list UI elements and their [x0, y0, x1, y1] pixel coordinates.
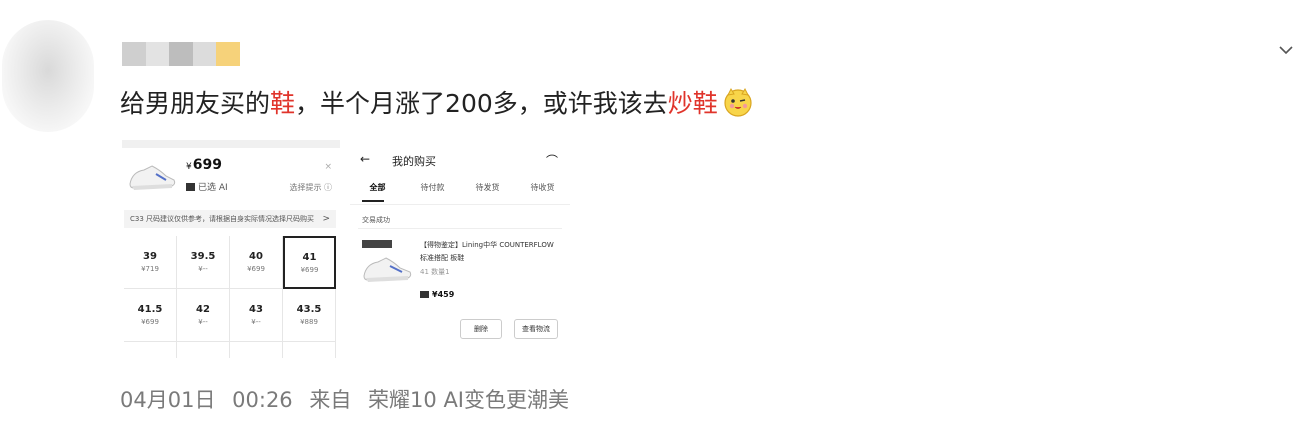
item-spec: 41 数量1 — [420, 268, 450, 276]
price-icon — [420, 291, 429, 298]
close-icon[interactable]: × — [324, 162, 332, 172]
size-number: 40 — [249, 251, 263, 262]
size-grid: 39 ¥719 39.5 ¥-- 40 ¥699 41 ¥699 41.5 ¥699 42… — [124, 236, 336, 358]
blur-block — [192, 42, 217, 66]
source-prefix: 来自 — [309, 388, 352, 412]
shoe-size-screenshot[interactable]: ¥699 已选 AI × 选择提示 ⓘ C33 尺码建议仅供参考，请根据自身实际… — [122, 140, 340, 358]
size-option[interactable] — [283, 342, 336, 358]
sneaker-image — [129, 165, 176, 190]
size-option[interactable]: 42 ¥-- — [177, 289, 230, 342]
tab-pending-shipment[interactable]: 待发货 — [460, 182, 515, 193]
spec-icon — [186, 182, 195, 191]
order-tabs: 全部 待付款 待发货 待收货 — [350, 182, 570, 193]
headset-icon[interactable]: ⌒ — [546, 152, 558, 169]
size-price: ¥699 — [300, 265, 319, 274]
size-price: ¥-- — [251, 318, 261, 326]
back-arrow-icon[interactable]: ← — [360, 152, 370, 166]
blur-block — [216, 42, 240, 66]
sneaker-image — [363, 257, 412, 282]
size-option[interactable]: 43 ¥-- — [230, 289, 283, 342]
item-price-value: ¥459 — [432, 290, 455, 299]
size-price: ¥889 — [300, 318, 318, 326]
size-number: 41.5 — [137, 304, 163, 315]
size-option[interactable]: 40 ¥699 — [230, 236, 283, 289]
divider — [350, 204, 570, 205]
size-price: ¥-- — [198, 318, 208, 326]
size-option[interactable] — [177, 342, 230, 358]
size-option[interactable]: 43.5 ¥889 — [283, 289, 336, 342]
user-avatar[interactable] — [2, 20, 94, 132]
size-price: ¥719 — [141, 265, 159, 273]
post-text-part: 给男朋友买的 — [120, 89, 271, 118]
size-tip-link[interactable]: 选择提示 ⓘ — [289, 182, 332, 193]
view-logistics-button[interactable]: 查看物流 — [514, 319, 558, 339]
blur-block — [122, 42, 146, 66]
chevron-right-icon: > — [322, 214, 330, 224]
size-number: 43 — [249, 304, 263, 315]
blur-block — [145, 42, 170, 66]
size-number: 42 — [196, 304, 210, 315]
currency-symbol: ¥ — [186, 162, 192, 172]
post-highlight-link[interactable]: 鞋 — [270, 84, 295, 120]
size-price: ¥699 — [141, 318, 159, 326]
tab-all[interactable]: 全部 — [350, 182, 405, 193]
post-text: 给男朋友买的 鞋 ，半个月涨了200多，或许我该去 炒鞋 — [120, 84, 754, 120]
size-option[interactable] — [230, 342, 283, 358]
order-status: 交易成功 — [362, 216, 390, 224]
post-highlight-link[interactable]: 炒鞋 — [668, 84, 718, 120]
post-source-link[interactable]: 荣耀10 AI变色更潮美 — [368, 388, 569, 412]
size-option[interactable]: 41.5 ¥699 — [124, 289, 177, 342]
post-time: 00:26 — [232, 388, 293, 412]
item-price: ¥459 — [420, 290, 454, 299]
username-blurred[interactable] — [122, 42, 240, 66]
size-number: 39 — [143, 251, 157, 262]
selected-spec: 已选 AI — [186, 180, 228, 193]
divider — [358, 228, 562, 229]
blur-block — [169, 42, 193, 66]
item-name[interactable]: 【得物鉴定】Lining中华 COUNTERFLOW 标准搭配 板鞋 — [420, 239, 560, 265]
size-price: ¥-- — [198, 265, 208, 273]
size-option-selected[interactable]: 41 ¥699 — [283, 236, 336, 289]
active-tab-indicator — [362, 200, 384, 202]
size-price: ¥699 — [247, 265, 265, 273]
size-option[interactable] — [124, 342, 177, 358]
post-meta: 04月01日 00:26 来自 荣耀10 AI变色更潮美 — [120, 384, 579, 414]
info-bar-text: C33 尺码建议仅供参考，请根据自身实际情况选择尺码购买 — [130, 215, 315, 223]
post-text-part: ，半个月涨了200多，或许我该去 — [295, 89, 668, 118]
size-number: 43.5 — [296, 304, 322, 315]
info-bar[interactable]: C33 尺码建议仅供参考，请根据自身实际情况选择尺码购买 > — [124, 210, 336, 228]
divider — [122, 140, 340, 148]
size-number: 39.5 — [190, 251, 216, 262]
post-date: 04月01日 — [120, 388, 216, 412]
tab-pending-receipt[interactable]: 待收货 — [515, 182, 570, 193]
size-number: 41 — [302, 251, 317, 263]
size-option[interactable]: 39.5 ¥-- — [177, 236, 230, 289]
chevron-down-icon[interactable] — [1278, 42, 1294, 58]
price-value: 699 — [192, 157, 222, 173]
my-purchases-screenshot[interactable]: ← 我的购买 ⌒ 全部 待付款 待发货 待收货 交易成功 【得物鉴定】Linin… — [350, 140, 570, 345]
page-title: 我的购买 — [392, 155, 436, 168]
tab-pending-payment[interactable]: 待付款 — [405, 182, 460, 193]
delete-button[interactable]: 删除 — [460, 319, 502, 339]
size-option[interactable]: 39 ¥719 — [124, 236, 177, 289]
cheeky-face-icon — [724, 87, 752, 117]
selected-spec-text: 已选 AI — [198, 183, 228, 193]
price-label: ¥699 — [186, 157, 222, 173]
verified-badge — [362, 240, 392, 248]
